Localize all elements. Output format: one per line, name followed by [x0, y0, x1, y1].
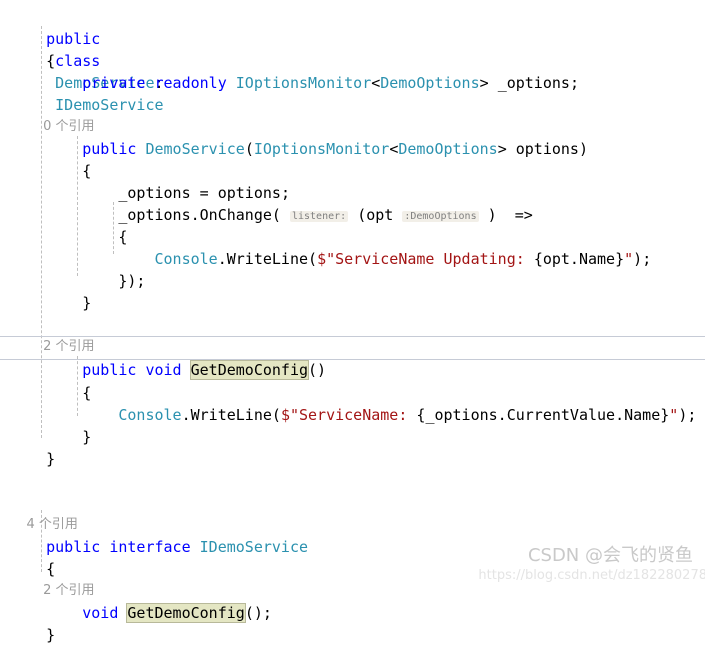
codelens-method-references[interactable]: 2 个引用 — [0, 314, 705, 354]
code-line-lambda-close[interactable]: }); — [0, 248, 705, 290]
codelens-interface-references[interactable]: 4 个引用 — [0, 492, 705, 532]
type-ioptionsmonitor: IOptionsMonitor — [235, 74, 372, 92]
code-line-class-open-brace[interactable]: { — [0, 28, 705, 70]
code-line-lambda-open-brace[interactable]: { — [0, 204, 705, 246]
code-line-interface-declaration[interactable]: public interface IDemoService — [0, 514, 705, 556]
field-name-options: _options — [497, 74, 570, 92]
brace-close-class: } — [46, 450, 56, 468]
code-line-class-close-brace[interactable]: } — [0, 426, 705, 468]
brace-close-ctor: } — [82, 294, 92, 312]
code-line-method-close-brace[interactable]: } — [0, 404, 705, 446]
type-demooptions: DemoOptions — [380, 74, 480, 92]
generic-open-angle: < — [371, 74, 381, 92]
code-line-interface-member[interactable]: void GetDemoConfig(); — [0, 580, 705, 623]
code-line-constructor-signature[interactable]: public DemoService(IOptionsMonitor<DemoO… — [0, 116, 705, 158]
codelens-interface-member-references[interactable]: 2 个引用 — [0, 558, 705, 598]
code-line-onchange-call[interactable]: _options.OnChange( listener: (opt :DemoO… — [0, 182, 705, 224]
brace-close-interface: } — [46, 626, 56, 644]
code-editor[interactable]: public class X public class DemoService:… — [0, 0, 705, 644]
code-line-class-declaration[interactable]: public class DemoService: IDemoService — [0, 6, 705, 114]
code-line-method-open-brace[interactable]: { — [0, 360, 705, 402]
code-line-field-declaration[interactable]: private readonly IOptionsMonitor<DemoOpt… — [0, 50, 705, 92]
code-line-interface-close-brace[interactable]: } — [0, 602, 705, 644]
generic-close-angle: > — [479, 74, 489, 92]
code-line-constructor-open-brace[interactable]: { — [0, 138, 705, 180]
codelens-constructor-references[interactable]: 0 个引用 — [0, 94, 705, 134]
code-line-writeline-servicename[interactable]: Console.WriteLine($"ServiceName: {_optio… — [0, 382, 705, 424]
code-line-assignment[interactable]: _options = options; — [0, 160, 705, 202]
code-line-writeline-updating[interactable]: Console.WriteLine($"ServiceName Updating… — [0, 226, 705, 268]
keyword-private: private — [82, 74, 146, 92]
code-line-method-signature-current[interactable]: public void GetDemoConfig() — [0, 336, 705, 380]
keyword-readonly: readonly — [154, 74, 227, 92]
code-line-interface-open-brace[interactable]: { — [0, 536, 705, 578]
code-line-constructor-close-brace[interactable]: } — [0, 270, 705, 312]
semicolon: ; — [569, 74, 579, 92]
